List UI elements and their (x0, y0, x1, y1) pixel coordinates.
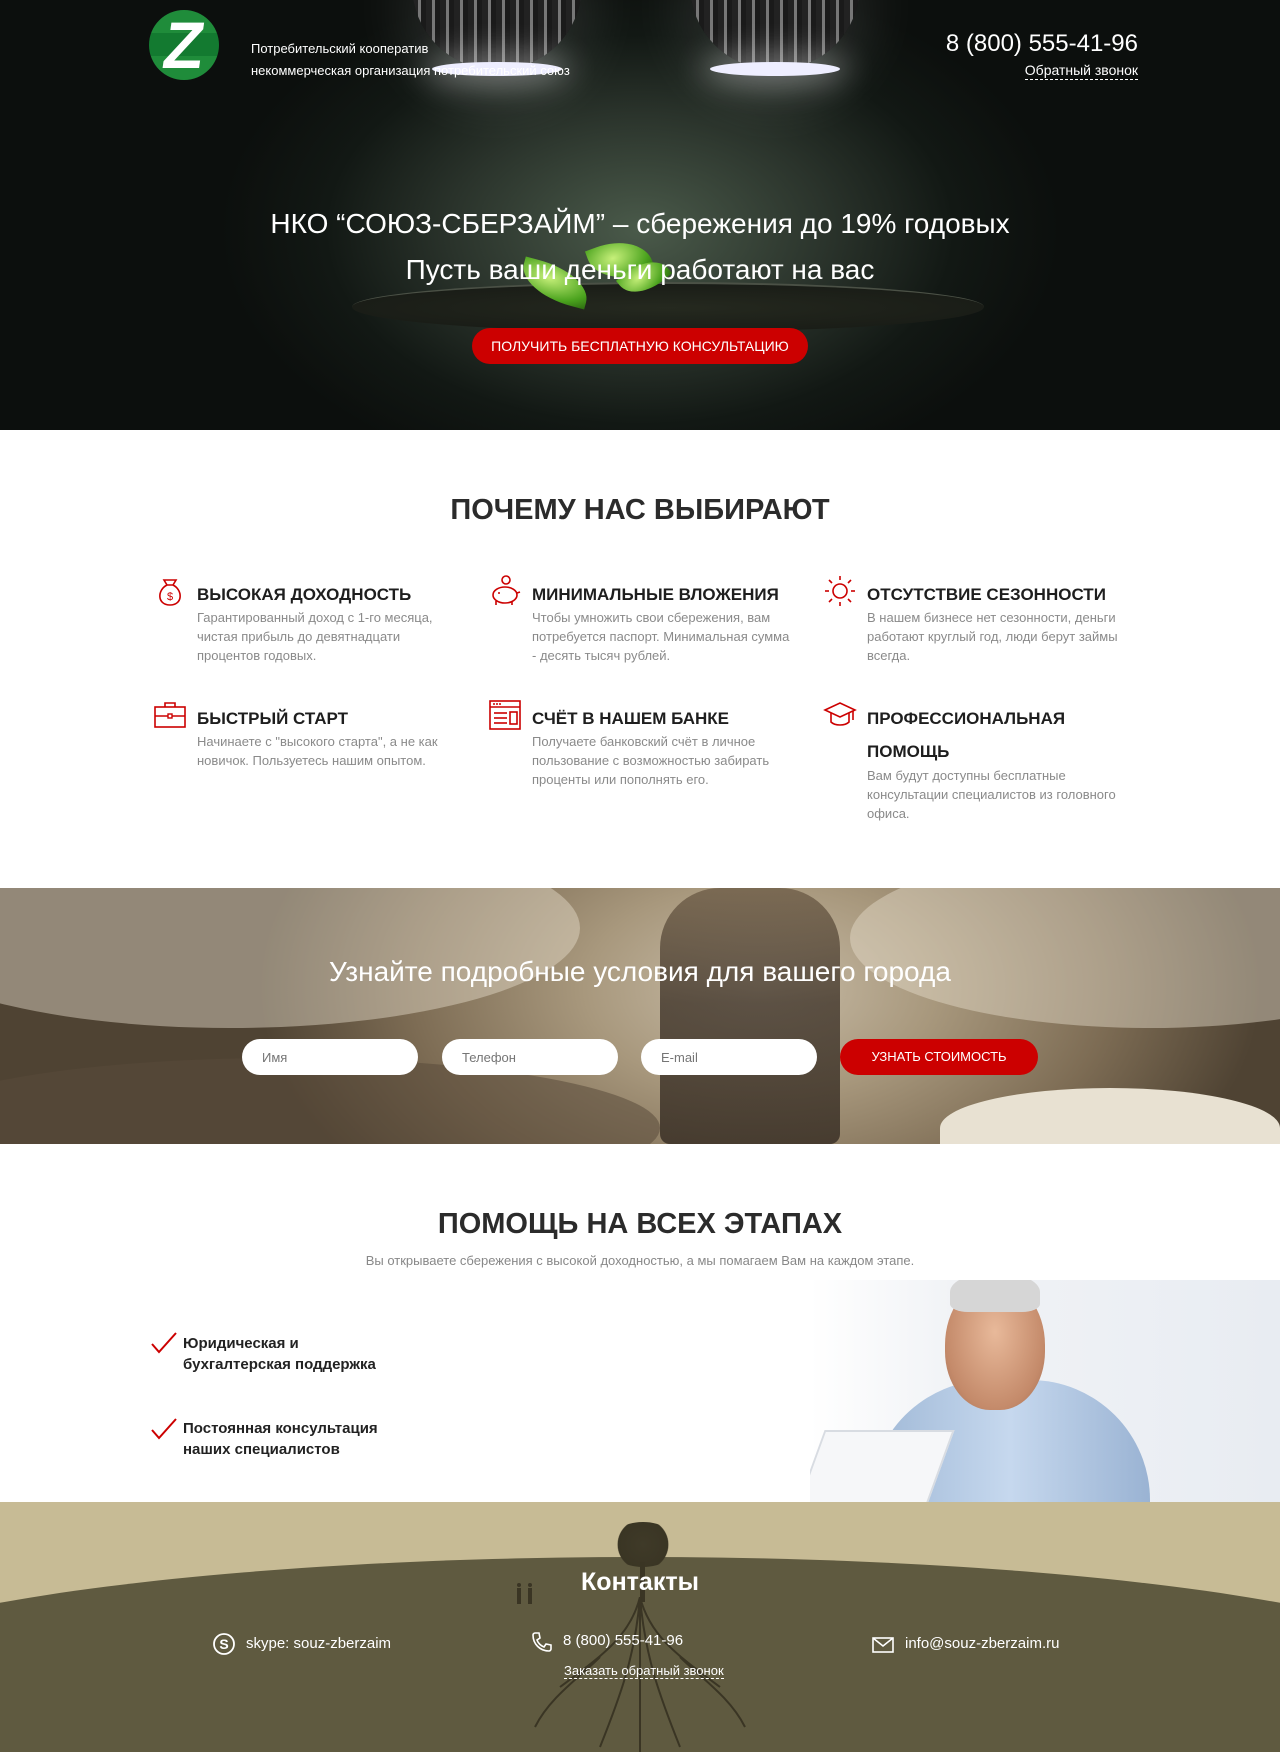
feature-text: Чтобы умножить свои сбережения, вам потр… (532, 610, 790, 663)
lamp-image (690, 0, 860, 76)
logo-letter: Z (158, 10, 210, 80)
surfboard-image (940, 1088, 1280, 1144)
bank-window-icon (489, 700, 521, 730)
phone-icon (532, 1632, 552, 1652)
free-consultation-button[interactable]: ПОЛУЧИТЬ БЕСПЛАТНУЮ КОНСУЛЬТАЦИЮ (472, 328, 808, 364)
feature-title: ВЫСОКАЯ ДОХОДНОСТЬ (197, 585, 412, 604)
feature-title: ПРОФЕССИОНАЛЬНАЯ ПОМОЩЬ (867, 709, 1066, 761)
help-item-line: Юридическая и (183, 1335, 299, 1352)
hero-title: НКО “СОЮЗ-СБЕРЗАЙМ” – сбережения до 19% … (270, 208, 1010, 239)
graduation-cap-icon (823, 702, 857, 726)
hero-section: Z Потребительский кооператив некоммерчес… (0, 0, 1280, 430)
city-conditions-banner (0, 888, 1280, 1144)
feature-text: Получаете банковский счёт в личное польз… (532, 734, 770, 787)
feature-title: ОТСУТСТВИЕ СЕЗОННОСТИ (867, 585, 1106, 604)
contacts-title: Контакты (581, 1568, 699, 1596)
checkmark-icon (151, 1418, 177, 1440)
name-input[interactable] (242, 1039, 418, 1075)
help-item-line: бухгалтерская поддержка (183, 1356, 376, 1373)
skype-icon: S (213, 1633, 235, 1655)
feature-title: БЫСТРЫЙ СТАРТ (197, 709, 348, 728)
email-input[interactable] (641, 1039, 817, 1075)
help-title: ПОМОЩЬ НА ВСЕХ ЭТАПАХ (437, 1208, 843, 1240)
tree-image (608, 1522, 678, 1567)
tagline-line1: Потребительский кооператив (251, 41, 429, 56)
city-conditions-title: Узнайте подробные условия для вашего гор… (329, 956, 951, 987)
help-item-consulting: Постоянная консультация наших специалист… (183, 1418, 443, 1460)
why-title: ПОЧЕМУ НАС ВЫБИРАЮТ (450, 494, 830, 526)
consultant-hair-image (950, 1280, 1040, 1312)
logo[interactable]: Z (149, 10, 219, 80)
tagline-line2: некоммерческая организация потребительск… (251, 63, 570, 78)
phone-input[interactable] (442, 1039, 618, 1075)
help-item-line: Постоянная консультация (183, 1420, 378, 1437)
surfer-image (660, 888, 840, 1144)
svg-text:$: $ (167, 591, 173, 603)
feature-text: Гарантированный доход с 1-го месяца, чис… (197, 610, 433, 663)
svg-text:S: S (219, 1636, 228, 1652)
callback-link[interactable]: Обратный звонок (1024, 62, 1138, 80)
skype-contact[interactable]: skype: souz-zberzaim (246, 1635, 391, 1652)
feature-text: Вам будут доступны бесплатные консультац… (867, 768, 1116, 821)
hero-subtitle: Пусть ваши деньги работают на вас (405, 254, 875, 285)
order-callback-link[interactable]: Заказать обратный звонок (564, 1663, 724, 1679)
feature-title: МИНИМАЛЬНЫЕ ВЛОЖЕНИЯ (532, 585, 779, 604)
checkmark-icon (151, 1332, 177, 1354)
header-tagline: Потребительский кооператив некоммерческа… (251, 38, 570, 82)
contacts-footer (0, 1502, 1280, 1752)
help-item-legal: Юридическая и бухгалтерская поддержка (183, 1333, 443, 1375)
get-price-button[interactable]: УЗНАТЬ СТОИМОСТЬ (840, 1039, 1038, 1075)
help-item-line: наших специалистов (183, 1441, 340, 1458)
piggy-bank-icon (492, 575, 521, 605)
flower-pot-image (352, 282, 984, 332)
feature-text: В нашем бизнесе нет сезонности, деньги р… (867, 610, 1118, 663)
sun-icon (825, 576, 855, 606)
feature-title: СЧЁТ В НАШЕМ БАНКЕ (532, 709, 729, 728)
envelope-icon (872, 1637, 894, 1653)
money-bag-icon: $ (159, 579, 181, 606)
footer-phone[interactable]: 8 (800) 555-41-96 (563, 1632, 683, 1649)
header-phone[interactable]: 8 (800) 555-41-96 (946, 30, 1138, 58)
feature-text: Начинаете с "высокого старта", а не как … (197, 734, 438, 768)
help-subtitle: Вы открываете сбережения с высокой доход… (365, 1253, 915, 1268)
footer-email[interactable]: info@souz-zberzaim.ru (905, 1635, 1059, 1652)
briefcase-icon (154, 702, 186, 728)
consultant-photo (810, 1280, 1280, 1502)
